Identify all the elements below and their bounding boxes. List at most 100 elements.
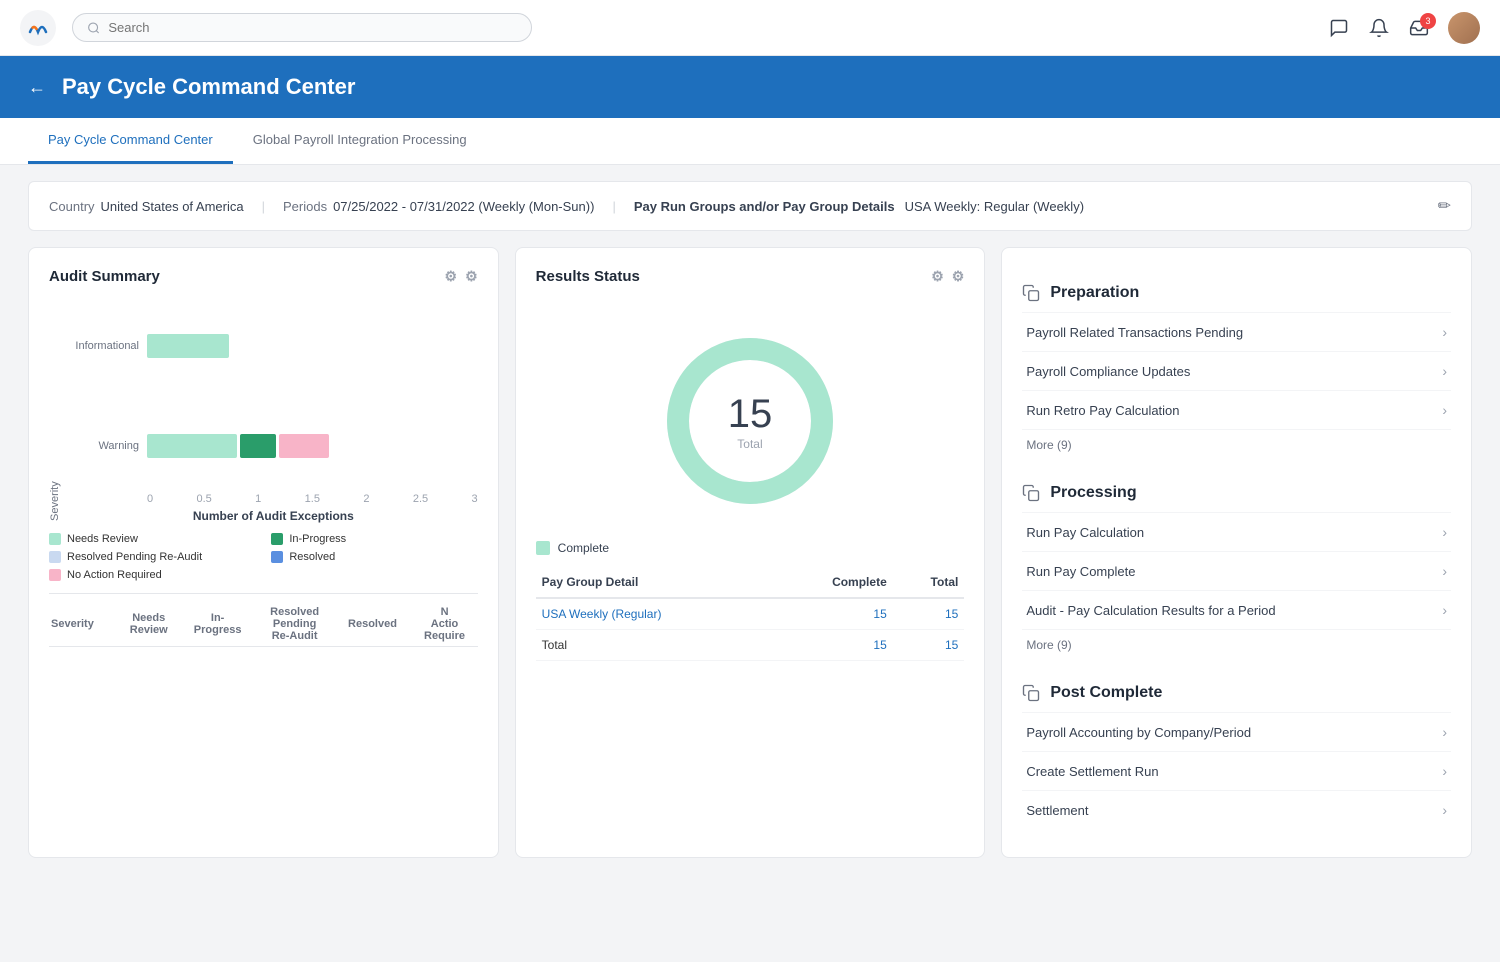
search-icon	[87, 21, 100, 35]
audit-summary-card: Audit Summary ⚙ ⚙ Severity Informational	[28, 247, 499, 858]
preparation-header: Preparation	[1022, 268, 1451, 312]
country-value: United States of America	[101, 199, 244, 214]
settings-icon[interactable]: ⚙	[465, 268, 478, 285]
search-input[interactable]	[108, 20, 517, 35]
chevron-icon-3: ›	[1442, 402, 1447, 418]
tab-pay-cycle[interactable]: Pay Cycle Command Center	[28, 118, 233, 164]
tab-global-payroll[interactable]: Global Payroll Integration Processing	[233, 118, 487, 164]
proc-item-3[interactable]: Audit - Pay Calculation Results for a Pe…	[1022, 590, 1451, 629]
x-axis-title: Number of Audit Exceptions	[69, 509, 478, 523]
processing-icon	[1022, 484, 1040, 502]
complete-label: Complete	[558, 541, 609, 555]
audit-table: Severity NeedsReview In-Progress Resolve…	[49, 593, 478, 647]
top-nav: 3	[0, 0, 1500, 56]
post-item-1[interactable]: Payroll Accounting by Company/Period ›	[1022, 712, 1451, 751]
inbox-icon[interactable]: 3	[1408, 17, 1430, 39]
chart-legend: Needs Review In-Progress Resolved Pendin…	[49, 533, 478, 581]
status-table: Pay Group Detail Complete Total USA Week…	[536, 567, 965, 661]
edit-filter-icon[interactable]: ✏	[1438, 196, 1451, 216]
audit-chart: Severity Informational Warning	[49, 301, 478, 521]
back-button[interactable]: ←	[28, 77, 46, 98]
prep-item-3[interactable]: Run Retro Pay Calculation ›	[1022, 390, 1451, 429]
chevron-icon-7: ›	[1442, 724, 1447, 740]
main-content: Audit Summary ⚙ ⚙ Severity Informational	[0, 247, 1500, 886]
chevron-icon-5: ›	[1442, 563, 1447, 579]
table-row: USA Weekly (Regular) 15 15	[536, 598, 965, 630]
bar-seg-warning-no-action	[279, 434, 329, 458]
tabs-bar: Pay Cycle Command Center Global Payroll …	[0, 118, 1500, 165]
processing-section: Processing Run Pay Calculation › Run Pay…	[1022, 468, 1451, 660]
table-row-total: Total 15 15	[536, 630, 965, 661]
filter-adjust-icon[interactable]: ⚙	[445, 268, 458, 285]
page-title: Pay Cycle Command Center	[62, 74, 355, 100]
status-legend: Complete	[536, 541, 965, 555]
bar-seg-informational-needs-review	[147, 334, 229, 358]
bar-label-informational: Informational	[69, 340, 139, 352]
results-status-title: Results Status ⚙ ⚙	[536, 268, 965, 285]
proc-more[interactable]: More (9)	[1022, 629, 1451, 660]
results-settings-icon[interactable]: ⚙	[952, 268, 965, 285]
chevron-icon-2: ›	[1442, 363, 1447, 379]
periods-value: 07/25/2022 - 07/31/2022 (Weekly (Mon-Sun…	[333, 199, 594, 214]
post-complete-section: Post Complete Payroll Accounting by Comp…	[1022, 668, 1451, 829]
total-value-1[interactable]: 15	[893, 598, 965, 630]
donut-label: Total	[737, 437, 762, 451]
proc-item-2[interactable]: Run Pay Complete ›	[1022, 551, 1451, 590]
prep-item-1[interactable]: Payroll Related Transactions Pending ›	[1022, 312, 1451, 351]
y-axis-label: Severity	[49, 301, 61, 521]
chevron-icon-8: ›	[1442, 763, 1447, 779]
post-complete-icon	[1022, 684, 1040, 702]
bar-seg-warning-in-progress	[240, 434, 276, 458]
chevron-icon-1: ›	[1442, 324, 1447, 340]
chat-icon[interactable]	[1328, 17, 1350, 39]
results-status-card: Results Status ⚙ ⚙ 15 Total Complete	[515, 247, 986, 858]
bar-label-warning: Warning	[69, 440, 139, 452]
nav-icons: 3	[1328, 12, 1480, 44]
donut-total: 15	[728, 392, 773, 437]
right-panel-card: Preparation Payroll Related Transactions…	[1001, 247, 1472, 858]
user-avatar[interactable]	[1448, 12, 1480, 44]
legend-in-progress: In-Progress	[271, 533, 477, 545]
processing-title: Processing	[1050, 484, 1136, 502]
search-bar[interactable]	[72, 13, 532, 42]
audit-title-icons: ⚙ ⚙	[445, 268, 478, 285]
donut-chart: 15 Total	[536, 301, 965, 541]
country-label: Country	[49, 199, 95, 214]
legend-resolved: Resolved	[271, 551, 477, 563]
legend-needs-review: Needs Review	[49, 533, 255, 545]
complete-value-1[interactable]: 15	[773, 598, 893, 630]
prep-more[interactable]: More (9)	[1022, 429, 1451, 460]
prep-item-2[interactable]: Payroll Compliance Updates ›	[1022, 351, 1451, 390]
chevron-icon-6: ›	[1442, 602, 1447, 618]
periods-label: Periods	[283, 199, 327, 214]
bar-row-informational: Informational	[69, 326, 478, 366]
post-complete-header: Post Complete	[1022, 668, 1451, 712]
preparation-title: Preparation	[1050, 284, 1139, 302]
post-complete-title: Post Complete	[1050, 684, 1162, 702]
proc-item-1[interactable]: Run Pay Calculation ›	[1022, 512, 1451, 551]
total-total[interactable]: 15	[893, 630, 965, 661]
inbox-badge: 3	[1420, 13, 1436, 29]
post-item-2[interactable]: Create Settlement Run ›	[1022, 751, 1451, 790]
pay-run-value: USA Weekly: Regular (Weekly)	[905, 199, 1084, 214]
filter-bar: Country United States of America | Perio…	[28, 181, 1472, 231]
audit-summary-title: Audit Summary ⚙ ⚙	[49, 268, 478, 285]
workday-logo	[20, 10, 56, 46]
pay-run-label: Pay Run Groups and/or Pay Group Details	[634, 199, 895, 214]
post-item-3[interactable]: Settlement ›	[1022, 790, 1451, 829]
legend-resolved-pending: Resolved Pending Re-Audit	[49, 551, 255, 563]
chevron-icon-9: ›	[1442, 802, 1447, 818]
page-header: ← Pay Cycle Command Center	[0, 56, 1500, 118]
total-label: Total	[536, 630, 773, 661]
preparation-section: Preparation Payroll Related Transactions…	[1022, 268, 1451, 460]
bar-seg-warning-needs-review	[147, 434, 237, 458]
complete-dot	[536, 541, 550, 555]
complete-total[interactable]: 15	[773, 630, 893, 661]
results-filter-icon[interactable]: ⚙	[931, 268, 944, 285]
notification-icon[interactable]	[1368, 17, 1390, 39]
chevron-icon-4: ›	[1442, 524, 1447, 540]
bar-row-warning: Warning	[69, 426, 478, 466]
processing-header: Processing	[1022, 468, 1451, 512]
pay-group-link[interactable]: USA Weekly (Regular)	[536, 598, 773, 630]
legend-no-action: No Action Required	[49, 569, 255, 581]
